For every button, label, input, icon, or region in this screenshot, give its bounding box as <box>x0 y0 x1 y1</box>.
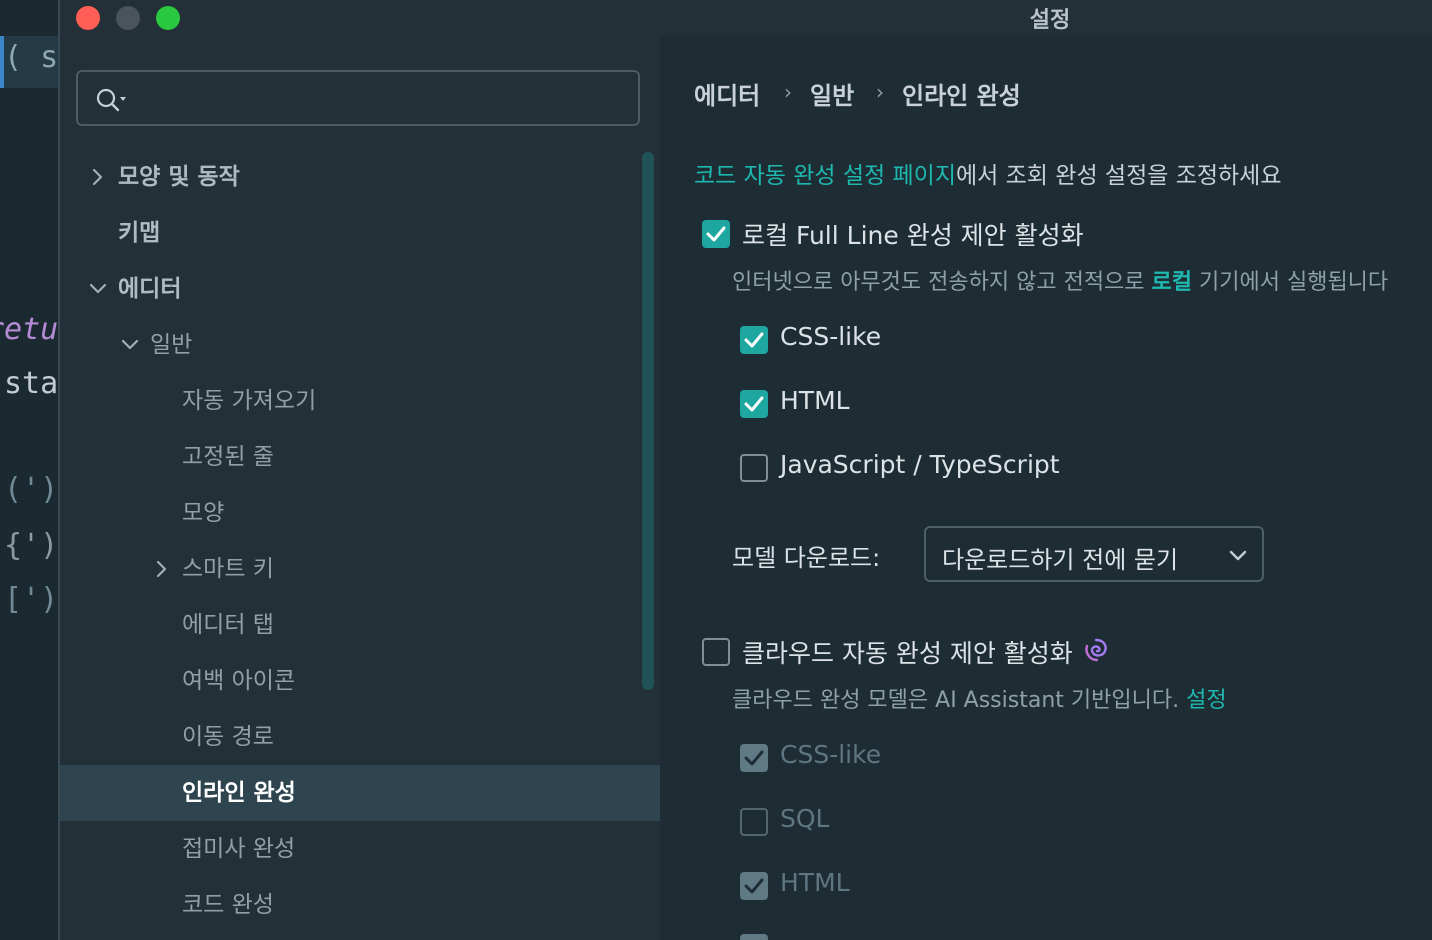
minimize-window-button[interactable] <box>116 6 140 30</box>
code-line: ( sc <box>4 40 60 75</box>
checkmark-icon <box>744 878 764 894</box>
model-download-label: 모델 다운로드: <box>732 544 881 572</box>
cloud-sql-checkbox[interactable] <box>740 808 768 836</box>
code-completion-settings-link[interactable]: 코드 자동 완성 설정 페이지 <box>694 163 956 189</box>
settings-content-panel: 에디터 › 일반 › 인라인 완성 코드 자동 완성 설정 페이지에서 조회 완… <box>662 36 1432 940</box>
cloud-completion-description: 클라우드 완성 모델은 AI Assistant 기반입니다. 설정 <box>732 682 1227 714</box>
local-javascript-checkbox[interactable] <box>740 454 768 482</box>
tree-item-label: 여백 아이콘 <box>182 668 296 694</box>
settings-tree: 모양 및 동작 키맵 에디터 일반 자동 가져오기 고정된 줄 모양 스마트 키… <box>60 149 660 933</box>
cloud-css-like-label[interactable]: CSS-like <box>780 740 881 769</box>
cloud-html-checkbox[interactable] <box>740 872 768 900</box>
tree-item-auto-import[interactable]: 자동 가져오기 <box>60 373 660 429</box>
tree-item-label: 키맵 <box>118 220 161 246</box>
cloud-css-like-checkbox[interactable] <box>740 744 768 772</box>
local-javascript-label[interactable]: JavaScript / TypeScript <box>780 450 1060 479</box>
tree-item-label: 일반 <box>150 332 193 358</box>
settings-search-field[interactable] <box>76 70 640 126</box>
nav-scrollbar[interactable] <box>642 152 654 690</box>
code-line: sta <box>4 366 59 401</box>
intro-text-rest: 에서 조회 완성 설정을 조정하세요 <box>956 163 1282 189</box>
tree-item-inline-completion[interactable]: 인라인 완성 <box>60 765 660 821</box>
chevron-down-icon[interactable] <box>88 279 108 299</box>
local-completion-description: 인터넷으로 아무것도 전송하지 않고 전적으로 로컬 기기에서 실행됩니다 <box>732 264 1388 296</box>
checkmark-icon <box>744 750 764 766</box>
tree-item-label: 고정된 줄 <box>182 444 274 470</box>
desc-highlight: 로컬 <box>1151 270 1193 295</box>
local-completion-checkbox[interactable] <box>702 220 730 248</box>
local-css-like-label[interactable]: CSS-like <box>780 322 881 351</box>
maximize-window-button[interactable] <box>156 6 180 30</box>
settings-window: 설정 모양 및 동작 키맵 에디터 일반 자동 가져오기 고정된 줄 모양 스마… <box>58 0 1432 940</box>
tree-item-gutter-icons[interactable]: 여백 아이콘 <box>60 653 660 709</box>
intro-text: 코드 자동 완성 설정 페이지에서 조회 완성 설정을 조정하세요 <box>694 156 1282 190</box>
tree-item-label: 인라인 완성 <box>182 780 296 806</box>
desc-text: 인터넷으로 아무것도 전송하지 않고 전적으로 <box>732 270 1152 295</box>
desc-text: 클라우드 완성 모델은 AI Assistant 기반입니다. <box>732 688 1180 713</box>
breadcrumb-general[interactable]: 일반 <box>810 76 854 111</box>
tree-item-label: 이동 경로 <box>182 724 274 750</box>
checkmark-icon <box>744 332 764 348</box>
tree-item-keymap[interactable]: 키맵 <box>60 205 660 261</box>
tree-item-label: 모양 <box>182 500 225 526</box>
tree-item-smart-keys[interactable]: 스마트 키 <box>60 541 660 597</box>
tree-item-code-completion[interactable]: 코드 완성 <box>60 877 660 933</box>
tree-item-appearance[interactable]: 모양 <box>60 485 660 541</box>
tree-item-breadcrumbs[interactable]: 이동 경로 <box>60 709 660 765</box>
tree-item-editor[interactable]: 에디터 <box>60 261 660 317</box>
code-line: (') <box>4 472 59 507</box>
tree-item-editor-tabs[interactable]: 에디터 탭 <box>60 597 660 653</box>
breadcrumb-inline-completion: 인라인 완성 <box>902 82 1021 110</box>
code-line: [') <box>4 582 59 617</box>
breadcrumb-separator: › <box>876 80 884 104</box>
close-window-button[interactable] <box>76 6 100 30</box>
code-line: {') <box>4 528 59 563</box>
checkmark-icon <box>744 396 764 412</box>
tree-item-sticky-lines[interactable]: 고정된 줄 <box>60 429 660 485</box>
breadcrumb-separator: › <box>784 80 792 104</box>
model-download-select[interactable]: 다운로드하기 전에 묻기 <box>924 526 1264 582</box>
tree-item-label: 자동 가져오기 <box>182 388 317 414</box>
cloud-completion-label[interactable]: 클라우드 자동 완성 제안 활성화 <box>742 634 1073 670</box>
tree-item-label: 에디터 탭 <box>182 612 274 638</box>
background-editor: ( sc retu sta (') {') [') <box>0 0 60 940</box>
chevron-right-icon[interactable] <box>88 167 108 187</box>
model-download-value: 다운로드하기 전에 묻기 <box>942 546 1179 574</box>
local-html-label[interactable]: HTML <box>780 386 850 415</box>
tree-item-label: 스마트 키 <box>182 556 274 582</box>
tree-item-label: 모양 및 동작 <box>118 164 240 190</box>
chevron-down-icon[interactable] <box>120 335 140 355</box>
settings-nav-panel: 모양 및 동작 키맵 에디터 일반 자동 가져오기 고정된 줄 모양 스마트 키… <box>60 36 660 940</box>
tree-item-label: 에디터 <box>118 276 182 302</box>
tree-item-postfix-completion[interactable]: 접미사 완성 <box>60 821 660 877</box>
ai-settings-link[interactable]: 설정 <box>1186 688 1226 713</box>
search-icon[interactable] <box>94 85 128 113</box>
tree-item-appearance-behavior[interactable]: 모양 및 동작 <box>60 149 660 205</box>
local-completion-label[interactable]: 로컬 Full Line 완성 제안 활성화 <box>742 216 1084 252</box>
chevron-down-icon <box>1229 550 1247 561</box>
tree-item-label: 접미사 완성 <box>182 836 296 862</box>
cloud-next-checkbox[interactable] <box>740 934 768 940</box>
local-html-checkbox[interactable] <box>740 390 768 418</box>
breadcrumb-editor[interactable]: 에디터 <box>694 76 760 111</box>
title-bar: 설정 <box>60 0 1432 36</box>
window-title: 설정 <box>1029 8 1071 33</box>
cloud-sql-label[interactable]: SQL <box>780 804 829 833</box>
cloud-completion-checkbox[interactable] <box>702 638 730 666</box>
tree-item-general[interactable]: 일반 <box>60 317 660 373</box>
checkmark-icon <box>706 226 726 242</box>
chevron-right-icon[interactable] <box>152 559 172 579</box>
desc-text: 기기에서 실행됩니다 <box>1192 270 1389 295</box>
ai-assistant-icon <box>1085 638 1107 662</box>
code-line: retu <box>0 312 59 347</box>
local-css-like-checkbox[interactable] <box>740 326 768 354</box>
tree-item-label: 코드 완성 <box>182 892 274 918</box>
cloud-html-label[interactable]: HTML <box>780 868 850 897</box>
